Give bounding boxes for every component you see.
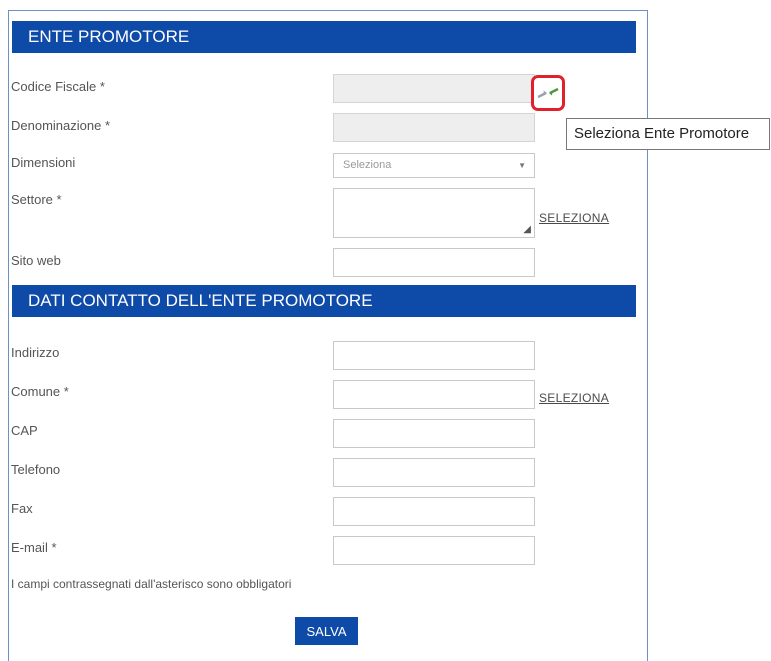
telefono-label: Telefono (11, 462, 61, 477)
comune-input[interactable] (333, 380, 535, 409)
denominazione-input[interactable] (333, 113, 535, 142)
save-button[interactable]: SALVA (295, 617, 358, 645)
comune-label: Comune * (11, 384, 69, 399)
chevron-down-icon: ▼ (518, 161, 526, 170)
required-fields-note: I campi contrassegnati dall'asterisco so… (11, 577, 292, 591)
resize-grip-icon[interactable]: ◢ (523, 225, 531, 235)
dimensioni-label: Dimensioni (11, 155, 76, 170)
tooltip-seleziona-ente: Seleziona Ente Promotore (566, 118, 770, 150)
indirizzo-label: Indirizzo (11, 345, 60, 360)
fax-label: Fax (11, 501, 33, 516)
section-header-ente-promotore: ENTE PROMOTORE (12, 21, 636, 53)
email-input[interactable] (333, 536, 535, 565)
email-label: E-mail * (11, 540, 57, 555)
seleziona-comune-link[interactable]: SELEZIONA (539, 391, 609, 405)
select-ente-button[interactable] (531, 75, 565, 111)
indirizzo-input[interactable] (333, 341, 535, 370)
fax-input[interactable] (333, 497, 535, 526)
codice-fiscale-label: Codice Fiscale * (11, 79, 105, 94)
section-header-dati-contatto: DATI CONTATTO DELL'ENTE PROMOTORE (12, 285, 636, 317)
sito-web-label: Sito web (11, 253, 61, 268)
denominazione-label: Denominazione * (11, 118, 111, 133)
settore-label: Settore * (11, 192, 62, 207)
arrows-in-icon (537, 87, 559, 99)
cap-label: CAP (11, 423, 38, 438)
codice-fiscale-input[interactable] (333, 74, 535, 103)
seleziona-settore-link[interactable]: SELEZIONA (539, 211, 609, 225)
dimensioni-select[interactable]: Seleziona ▼ (333, 153, 535, 178)
settore-textarea[interactable]: ◢ (333, 188, 535, 238)
cap-input[interactable] (333, 419, 535, 448)
dimensioni-selected-value: Seleziona (343, 159, 392, 171)
telefono-input[interactable] (333, 458, 535, 487)
sito-web-input[interactable] (333, 248, 535, 277)
